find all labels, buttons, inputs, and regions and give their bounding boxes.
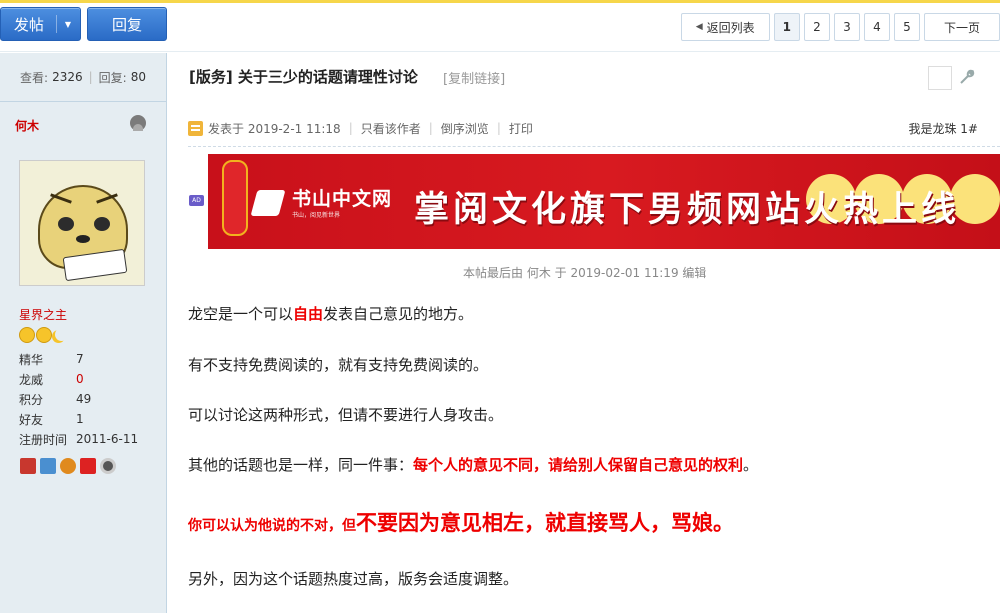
replies-count: 80 <box>130 70 146 84</box>
moon-icon <box>53 327 69 343</box>
author-name[interactable]: 何木 <box>15 117 39 134</box>
pagination: ◀ 返回列表 1 2 3 4 5 下一页 <box>680 13 1000 41</box>
meta-divider: | <box>348 121 353 135</box>
post-paragraph-5: 你可以认为他说的不对，但 不要因为意见相左，就直接骂人，骂娘。 <box>188 507 734 537</box>
floor-number[interactable]: 我是龙珠 1# <box>908 120 978 137</box>
post-icon <box>188 120 203 136</box>
ad-banner[interactable]: 书山中文网 书山，阅见新世界 掌阅文化旗下男频网站火热上线 <box>208 154 1000 249</box>
profile-row: 龙威 0 <box>19 369 159 389</box>
page-5[interactable]: 5 <box>894 13 920 41</box>
medal-list <box>20 458 116 474</box>
profile-stats: 精华 7 龙威 0 积分 49 好友 1 注册时间 2011-6-11 <box>19 349 159 449</box>
avatar-eye-right <box>94 217 110 231</box>
lantern-icon <box>222 160 248 236</box>
post-date: 发表于 2019-2-1 11:18 <box>208 121 341 136</box>
profile-key: 积分 <box>19 392 44 407</box>
top-accent-line <box>0 0 1000 3</box>
p4-text-highlight: 每个人的意见不同，请给别人保留自己意见的权利 <box>413 456 744 474</box>
p4-text-a: 其他的话题也是一样，同一件事： <box>188 456 414 474</box>
post-paragraph-3: 可以讨论这两种形式，但请不要进行人身攻击。 <box>188 406 504 424</box>
profile-key: 好友 <box>19 412 44 427</box>
edit-note: 本帖最后由 何木 于 2019-02-01 11:19 编辑 <box>463 266 707 280</box>
page-4[interactable]: 4 <box>864 13 890 41</box>
user-status-icon <box>130 115 146 131</box>
profile-row: 精华 7 <box>19 349 159 369</box>
profile-value: 2011-6-11 <box>76 432 139 446</box>
next-page-button[interactable]: 下一页 <box>924 13 1000 41</box>
post-paragraph-1: 龙空是一个可以自由发表自己意见的地方。 <box>188 303 473 324</box>
sun-icon <box>36 327 52 343</box>
avatar-eye-left <box>58 217 74 231</box>
thread-title: [版务] 关于三少的话题请理性讨论 <box>189 68 418 86</box>
rank-stars <box>19 327 69 343</box>
views-count: 2326 <box>52 70 83 84</box>
post-paragraph-4: 其他的话题也是一样，同一件事：每个人的意见不同，请给别人保留自己意见的权利。 <box>188 454 758 475</box>
book-logo-icon <box>250 190 286 216</box>
reverse-order-link[interactable]: 倒序浏览 <box>441 120 489 137</box>
avatar[interactable] <box>19 160 145 286</box>
top-toolbar: 发帖 ▼ 回复 ◀ 返回列表 1 2 3 4 5 下一页 <box>0 0 1000 52</box>
p5-text-b: 不要因为意见相左，就直接骂人，骂娘。 <box>356 511 734 535</box>
reply-label: 回复 <box>111 15 142 34</box>
sun-icon <box>19 327 35 343</box>
ad-badge: AD <box>189 195 204 206</box>
p5-text-a: 你可以认为他说的不对，但 <box>188 518 356 534</box>
page-3[interactable]: 3 <box>834 13 860 41</box>
page-1[interactable]: 1 <box>773 13 800 41</box>
back-to-list-button[interactable]: ◀ 返回列表 <box>680 13 770 41</box>
medal-icon[interactable] <box>20 458 36 474</box>
wrench-icon[interactable] <box>958 68 976 86</box>
new-post-button[interactable]: 发帖 ▼ <box>0 7 81 41</box>
profile-value: 1 <box>76 412 84 426</box>
profile-key: 精华 <box>19 352 44 367</box>
meta-divider: | <box>428 121 433 135</box>
views-label: 查看: <box>20 70 49 85</box>
replies-label: 回复: <box>98 70 127 85</box>
profile-value: 0 <box>76 372 84 386</box>
profile-key: 龙威 <box>19 372 44 387</box>
avatar-stripe <box>50 193 72 204</box>
chevron-left-icon: ◀ <box>695 22 703 32</box>
copy-link[interactable]: [复制链接] <box>443 68 505 87</box>
profile-row: 注册时间 2011-6-11 <box>19 429 159 449</box>
medal-icon[interactable] <box>100 458 116 474</box>
stats-divider: | <box>88 70 93 84</box>
user-rank: 星界之主 <box>19 308 68 322</box>
author-sidebar: 查看: 2326 | 回复: 80 何木 星界之主 精华 7 龙威 0 积分 4… <box>0 53 167 613</box>
only-author-link[interactable]: 只看该作者 <box>361 120 421 137</box>
thread-stats: 查看: 2326 | 回复: 80 <box>0 53 166 102</box>
avatar-nose <box>76 235 90 243</box>
profile-row: 积分 49 <box>19 389 159 409</box>
new-post-label: 发帖 <box>13 15 44 34</box>
p4-text-c: 。 <box>743 456 759 474</box>
profile-value: 49 <box>76 392 92 406</box>
profile-value: 7 <box>76 352 84 366</box>
profile-row: 好友 1 <box>19 409 159 429</box>
post-divider <box>188 146 1000 147</box>
p1-text-c: 发表自己意见的地方。 <box>323 305 474 323</box>
ad-brand: 书山中文网 <box>292 188 393 210</box>
profile-key: 注册时间 <box>19 432 68 447</box>
print-link[interactable]: 打印 <box>509 120 533 137</box>
reply-button[interactable]: 回复 <box>87 7 167 41</box>
post-paragraph-6: 另外，因为这个话题热度过高，版务会适度调整。 <box>188 570 519 588</box>
avatar-stripe <box>96 193 118 204</box>
p1-text-highlight: 自由 <box>293 305 324 323</box>
favorite-checkbox[interactable] <box>928 66 952 90</box>
p1-text-a: 龙空是一个可以 <box>188 305 294 323</box>
meta-divider: | <box>496 121 501 135</box>
page-2[interactable]: 2 <box>804 13 830 41</box>
ad-brand-sub: 书山，阅见新世界 <box>292 212 341 219</box>
post-paragraph-2: 有不支持免费阅读的，就有支持免费阅读的。 <box>188 356 489 374</box>
ad-slogan: 掌阅文化旗下男频网站火热上线 <box>414 190 961 230</box>
medal-icon[interactable] <box>60 458 76 474</box>
medal-icon[interactable] <box>80 458 96 474</box>
back-to-list-label: 返回列表 <box>706 20 755 35</box>
medal-icon[interactable] <box>40 458 56 474</box>
chevron-down-icon[interactable]: ▼ <box>55 15 71 33</box>
post-meta: 发表于 2019-2-1 11:18 | 只看该作者 | 倒序浏览 | 打印 我… <box>188 117 978 139</box>
